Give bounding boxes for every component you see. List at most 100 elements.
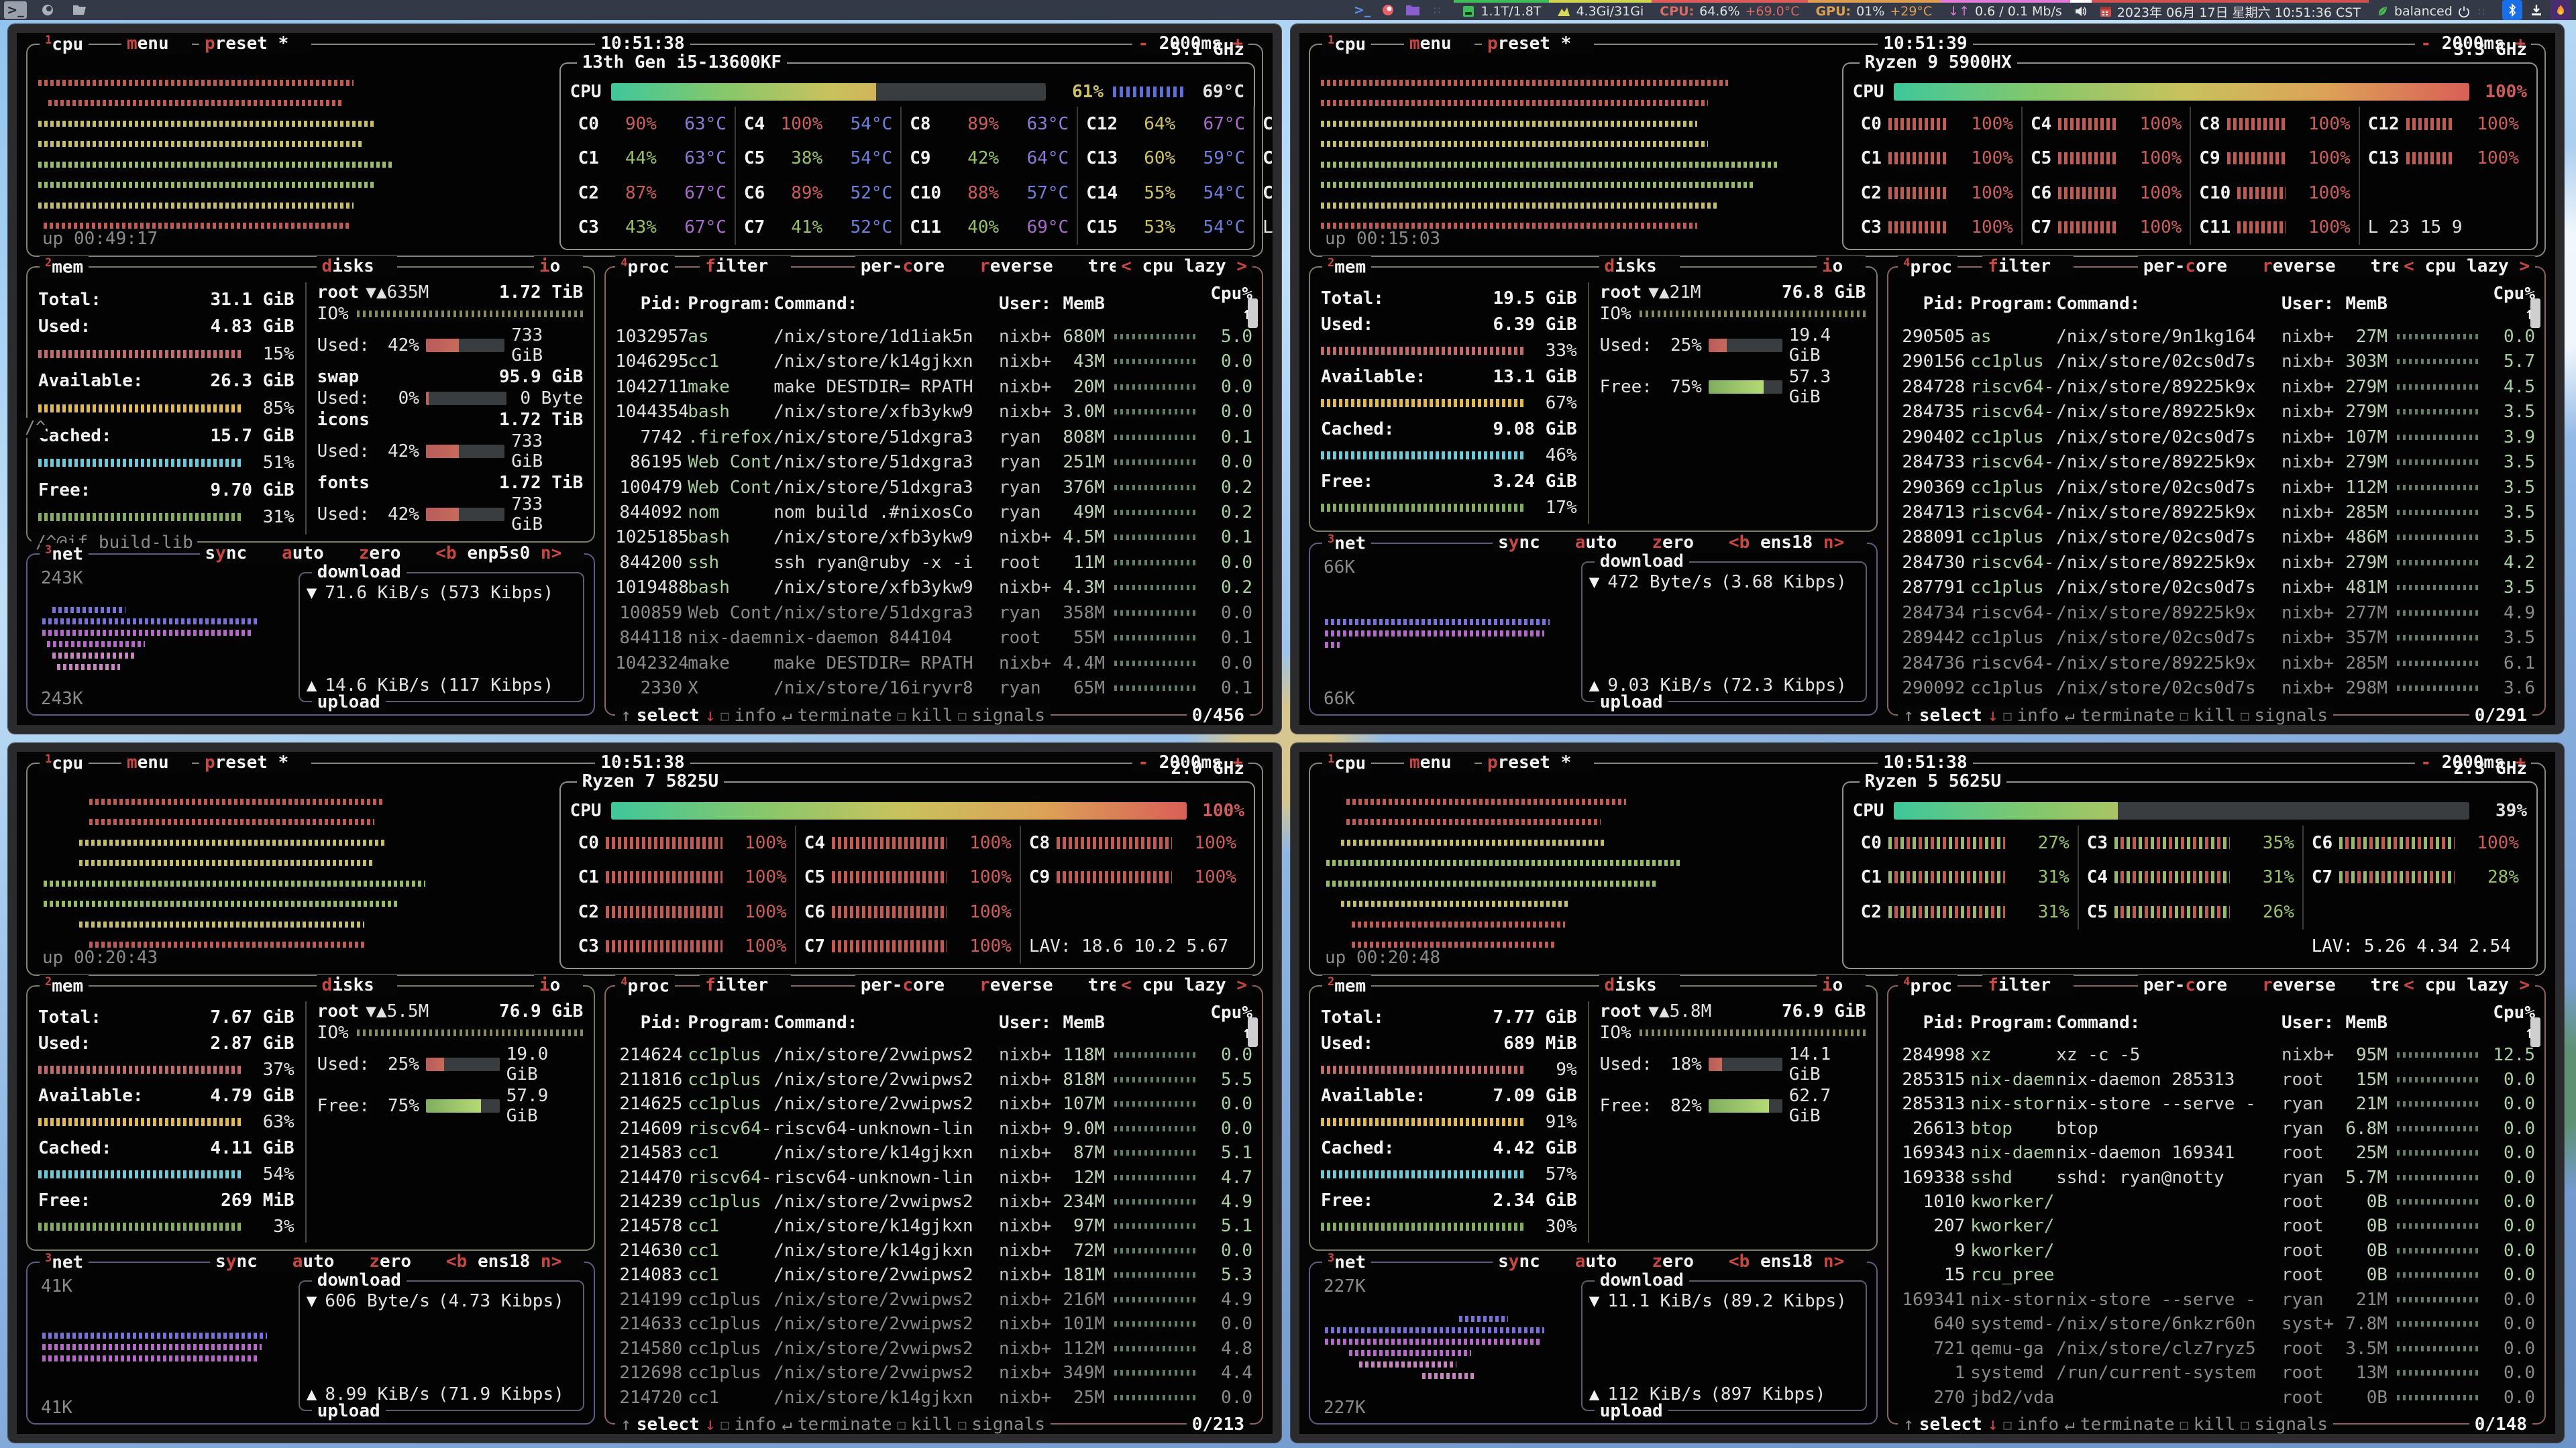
proc-row[interactable]: 290092cc1plus/nix/store/02cs0d7snixb+298… <box>1894 676 2539 701</box>
column-pid[interactable]: Pid: <box>615 294 688 314</box>
signals-action[interactable]: signals <box>2254 706 2328 725</box>
proc-row[interactable]: 1044354bash/nix/store/xfb3ykw9nixb+3.0M0… <box>611 399 1256 424</box>
net-interface-next-button[interactable]: n> <box>1813 533 1844 553</box>
mem-tab[interactable]: 2mem <box>1322 975 1371 997</box>
per-core-button[interactable]: per-core <box>861 256 945 276</box>
signals-action[interactable]: signals <box>971 1414 1045 1434</box>
net-interface-next-button[interactable]: n> <box>530 543 561 563</box>
scroll-down-icon[interactable]: ↓ <box>705 706 716 725</box>
proc-row[interactable]: 1032957as/nix/store/1d1iak5nnixb+680M5.0 <box>611 324 1256 349</box>
net-interface-switch[interactable]: <b ens18 n> <box>1729 533 1844 553</box>
io-tab-label[interactable]: io <box>539 256 560 276</box>
info-action[interactable]: info <box>735 706 777 725</box>
flame-icon[interactable] <box>2551 0 2571 20</box>
sort-prev-button[interactable]: < <box>2404 975 2424 995</box>
column-cpu[interactable]: Cpu% ↑ <box>1205 284 1252 324</box>
proc-row[interactable]: 290369cc1plus/nix/store/02cs0d7snixb+112… <box>1894 475 2539 500</box>
proc-row[interactable]: 844200sshssh ryan@ruby -x -iroot11M0.0 <box>611 550 1256 575</box>
terminal-app-icon[interactable]: >_ <box>1354 3 1371 17</box>
proc-row[interactable]: 287791cc1plus/nix/store/02cs0d7snixb+481… <box>1894 575 2539 600</box>
proc-scrollbar-thumb[interactable] <box>1248 1017 1258 1047</box>
column-user[interactable]: User: <box>2282 294 2337 314</box>
proc-sort-control[interactable]: < cpu lazy > <box>1116 256 1252 276</box>
kill-action[interactable]: kill <box>2194 1414 2236 1434</box>
proc-row[interactable]: 169338sshdsshd: ryan@nottyryan5.7M0.0 <box>1894 1165 2539 1189</box>
io-tab[interactable]: io <box>1817 975 1866 995</box>
net-tab[interactable]: 3net <box>40 543 89 565</box>
net-zero-button[interactable]: zero <box>1652 533 1694 553</box>
info-action[interactable]: info <box>2017 706 2059 725</box>
column-user[interactable]: User: <box>2282 1013 2337 1033</box>
proc-scrollbar-thumb[interactable] <box>2530 1017 2540 1047</box>
terminate-action[interactable]: terminate <box>2080 1414 2175 1434</box>
net-auto-button[interactable]: auto <box>1575 1251 1617 1272</box>
scroll-up-icon[interactable]: ↑ <box>1903 706 1914 725</box>
sort-next-button[interactable]: > <box>1226 975 1247 995</box>
net-interface-prev-button[interactable]: <b <box>1729 533 1760 553</box>
filter-button-label[interactable]: filter <box>705 256 768 276</box>
signals-action[interactable]: signals <box>971 706 1045 725</box>
net-interface-switch[interactable]: <b ens18 n> <box>446 1251 561 1272</box>
proc-row[interactable]: 284736riscv64-/nix/store/89225k9xnixb+28… <box>1894 651 2539 675</box>
proc-row[interactable]: 290402cc1plus/nix/store/02cs0d7snixb+107… <box>1894 425 2539 449</box>
speaker-icon[interactable] <box>2074 5 2088 17</box>
proc-tab[interactable]: 4proc <box>1898 256 1957 278</box>
proc-sort-control[interactable]: < cpu lazy > <box>2398 256 2535 276</box>
browser-app-icon[interactable] <box>1381 3 1395 17</box>
proc-row[interactable]: 214199cc1plus/nix/store/2vwipws2nixb+216… <box>611 1288 1256 1312</box>
column-command[interactable]: Command: <box>773 294 999 314</box>
select-action[interactable]: select <box>1919 706 1982 725</box>
proc-row[interactable]: 214580cc1plus/nix/store/2vwipws2nixb+112… <box>611 1337 1256 1361</box>
proc-row[interactable]: 284998xzxz -c -5nixb+95M12.5 <box>1894 1043 2539 1067</box>
browser-workspace-icon[interactable] <box>36 1 59 19</box>
column-program[interactable]: Program: <box>688 1013 773 1033</box>
scroll-down-icon[interactable]: ↓ <box>705 1414 716 1434</box>
reverse-button[interactable]: reverse <box>2262 975 2336 995</box>
power-icon[interactable] <box>2458 5 2470 17</box>
net-interface-prev-button[interactable]: <b <box>1729 1251 1760 1272</box>
per-core-button[interactable]: per-core <box>2143 975 2227 995</box>
column-command[interactable]: Command: <box>773 1013 999 1033</box>
proc-row[interactable]: 284730riscv64-/nix/store/89225k9xnixb+27… <box>1894 550 2539 575</box>
mem-tab[interactable]: 2mem <box>1322 256 1371 278</box>
disks-tab[interactable]: disks <box>1599 975 1680 995</box>
proc-row[interactable]: 214624cc1plus/nix/store/2vwipws2nixb+118… <box>611 1043 1256 1067</box>
proc-row[interactable]: 284728riscv64-/nix/store/89225k9xnixb+27… <box>1894 374 2539 399</box>
proc-row[interactable]: 214609riscv64-riscv64-unknown-linnixb+9.… <box>611 1116 1256 1140</box>
reverse-button[interactable]: reverse <box>2262 256 2336 276</box>
per-core-button[interactable]: per-core <box>861 975 945 995</box>
column-command[interactable]: Command: <box>2056 294 2282 314</box>
sort-prev-button[interactable]: < <box>2404 256 2424 276</box>
proc-row[interactable]: 640systemd-/nix/store/6nkzr60nsyst+7.8M0… <box>1894 1312 2539 1336</box>
io-tab-label[interactable]: io <box>1822 256 1843 276</box>
proc-row[interactable]: 212698cc1plus/nix/store/2vwipws2nixb+349… <box>611 1361 1256 1385</box>
proc-row[interactable]: 844118nix-daemnix-daemon 844104root55M0.… <box>611 626 1256 651</box>
terminate-action[interactable]: terminate <box>2080 706 2175 725</box>
proc-row[interactable]: 169343nix-daemnix-daemon 169341root25M0.… <box>1894 1141 2539 1165</box>
proc-row[interactable]: 289442cc1plus/nix/store/02cs0d7snixb+357… <box>1894 626 2539 651</box>
bluetooth-icon[interactable] <box>2502 0 2522 20</box>
proc-row[interactable]: 169341nix-stornix-store --serve -ryan21M… <box>1894 1288 2539 1312</box>
info-action[interactable]: info <box>2017 1414 2059 1434</box>
disks-tab[interactable]: disks <box>317 256 397 276</box>
column-memb[interactable]: MemB <box>1054 1013 1105 1033</box>
sort-prev-button[interactable]: < <box>1121 256 1142 276</box>
proc-row[interactable]: 1042324makemake DESTDIR= RPATHnixb+4.4M0… <box>611 651 1256 675</box>
proc-scrollbar-thumb[interactable] <box>2530 298 2540 328</box>
proc-row[interactable]: 1042711makemake DESTDIR= RPATHnixb+20M0.… <box>611 374 1256 399</box>
column-pid[interactable]: Pid: <box>1898 1013 1970 1033</box>
proc-row[interactable]: 100479Web Cont/nix/store/51dxgra3ryan376… <box>611 475 1256 500</box>
proc-tab[interactable]: 4proc <box>1898 975 1957 997</box>
disks-tab[interactable]: disks <box>317 975 397 995</box>
proc-row[interactable]: 1010kworker/root0B0.0 <box>1894 1190 2539 1214</box>
proc-row[interactable]: 214630cc1/nix/store/k14gjkxnnixb+72M0.0 <box>611 1239 1256 1263</box>
proc-row[interactable]: 288091cc1plus/nix/store/02cs0d7snixb+486… <box>1894 525 2539 550</box>
proc-row[interactable]: 214083cc1/nix/store/2vwipws2nixb+181M5.3 <box>611 1263 1256 1287</box>
net-tab[interactable]: 3net <box>1322 1251 1371 1273</box>
filter-button-label[interactable]: filter <box>1988 256 2051 276</box>
column-cpu[interactable]: Cpu% ↑ <box>2488 1003 2535 1043</box>
filter-button-label[interactable]: filter <box>1988 975 2051 995</box>
proc-row[interactable]: 15rcu_preeroot0B0.0 <box>1894 1263 2539 1287</box>
column-memb[interactable]: MemB <box>2337 294 2387 314</box>
scroll-up-icon[interactable]: ↑ <box>621 706 631 725</box>
